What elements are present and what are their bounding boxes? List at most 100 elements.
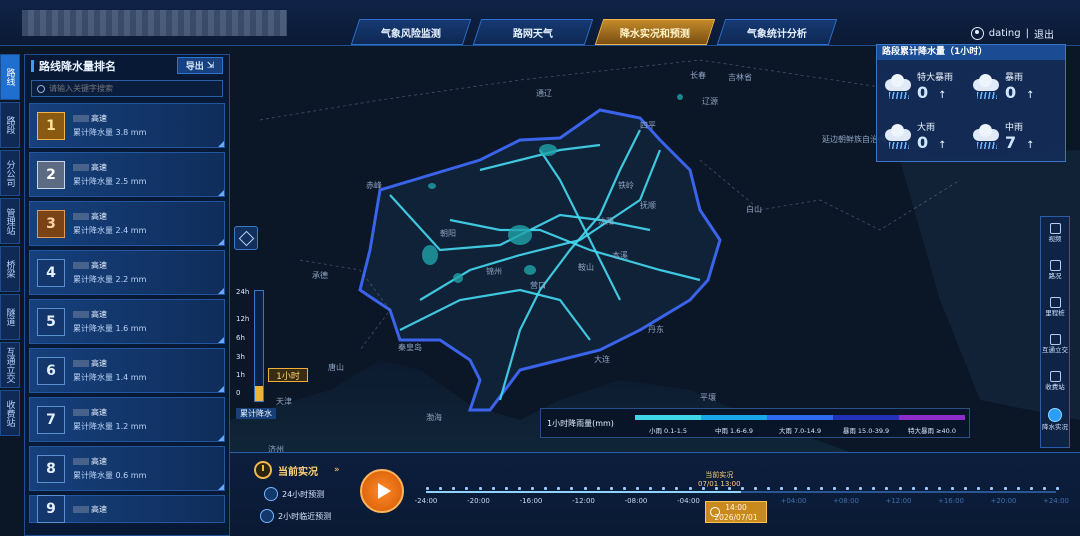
map-label: 沈阳	[598, 216, 614, 226]
mode-24h-forecast[interactable]: 24小时预测	[264, 487, 324, 501]
timeline-tick[interactable]: -24:00	[415, 497, 438, 505]
toolbar-video[interactable]: 视频	[1042, 223, 1068, 257]
rain-stat-heavy[interactable]: 大雨 0 ↑	[883, 114, 971, 158]
scale-tick[interactable]: 6h	[236, 334, 245, 342]
toolbar-interchange[interactable]: 互通立交	[1042, 334, 1068, 368]
tab-weather-stats[interactable]: 气象统计分析	[716, 19, 838, 45]
map-label: 赤峰	[366, 180, 382, 190]
gold-medal-icon: 1	[37, 111, 65, 140]
timeline-tick[interactable]: +20:00	[990, 497, 1016, 505]
toolbar-traffic[interactable]: 路况	[1042, 260, 1068, 294]
ranking-item[interactable]: 8 高速 累计降水量 0.6 mm	[29, 446, 225, 491]
ranking-item[interactable]: 7 高速 累计降水量 1.2 mm	[29, 397, 225, 442]
toolbar-milestone[interactable]: 里程桩	[1042, 297, 1068, 331]
legend-swatch	[899, 415, 965, 420]
mode-2h-forecast[interactable]: 2小时临近预测	[260, 509, 331, 523]
tab-road-weather[interactable]: 路网天气	[472, 19, 594, 45]
ranking-item[interactable]: 3 高速 累计降水量 2.4 mm	[29, 201, 225, 246]
search-input[interactable]	[49, 84, 209, 93]
search-icon	[37, 84, 45, 93]
user-area: dating | 退出	[970, 26, 1054, 41]
redacted-route-name	[73, 505, 89, 513]
rain-icon	[1048, 408, 1062, 422]
timeline-dot	[662, 487, 666, 490]
toolbar-rain[interactable]: 降水实况	[1042, 408, 1068, 442]
timeline-dot	[517, 487, 521, 490]
map-label: 长春	[690, 70, 706, 80]
side-tab-station[interactable]: 管理站	[0, 198, 20, 244]
timeline-tick[interactable]: -20:00	[467, 497, 490, 505]
timeline-tick[interactable]: -12:00	[572, 497, 595, 505]
tab-weather-risk[interactable]: 气象风险监测	[350, 19, 472, 45]
map-label: 平壤	[700, 392, 716, 402]
route-name: 高速	[91, 163, 107, 172]
rainstorm-cloud-icon	[971, 71, 1001, 101]
toolbar-toll[interactable]: 收费站	[1042, 371, 1068, 405]
timeline-tick[interactable]: -08:00	[625, 497, 648, 505]
export-button[interactable]: 导出 ⇲	[177, 57, 223, 74]
timeline-tick[interactable]: +12:00	[885, 497, 911, 505]
expand-arrow-icon[interactable]: »	[334, 465, 340, 475]
logout-link[interactable]: 退出	[1034, 26, 1054, 41]
ranking-item[interactable]: 9 高速	[29, 495, 225, 523]
timeline-dot	[570, 487, 574, 490]
timeline-dot	[819, 487, 823, 490]
map-label: 朝阳	[440, 229, 456, 238]
rain-stat-extreme[interactable]: 特大暴雨 0 ↑	[883, 64, 971, 108]
scale-slider[interactable]	[254, 290, 264, 402]
user-separator: |	[1025, 28, 1029, 39]
ranking-item[interactable]: 5 高速 累计降水量 1.6 mm	[29, 299, 225, 344]
tab-precipitation[interactable]: 降水实况和预测	[594, 19, 716, 45]
timeline-tick[interactable]: +08:00	[833, 497, 859, 505]
timeline-tick[interactable]: +16:00	[938, 497, 964, 505]
scale-tick[interactable]: 3h	[236, 353, 245, 361]
timeline-tick[interactable]: -04:00	[677, 497, 700, 505]
forecast-24h-icon	[264, 487, 278, 501]
traffic-light-icon	[1049, 260, 1061, 271]
timeline-dot	[622, 487, 626, 490]
route-name: 高速	[91, 408, 107, 417]
side-tab-toll[interactable]: 收费站	[0, 390, 20, 436]
timeline-dot	[609, 487, 613, 490]
timeline-tick[interactable]: -16:00	[520, 497, 543, 505]
ranking-item[interactable]: 4 高速 累计降水量 2.2 mm	[29, 250, 225, 295]
ranking-item[interactable]: 2 高速 累计降水量 2.5 mm	[29, 152, 225, 197]
timeline-tick[interactable]: +04:00	[780, 497, 806, 505]
route-rain-value: 累计降水量 1.2 mm	[73, 422, 147, 431]
ranking-item[interactable]: 6 高速 累计降水量 1.4 mm	[29, 348, 225, 393]
clock-icon	[254, 461, 272, 479]
redacted-route-name	[73, 360, 89, 367]
ranking-item[interactable]: 1 高速 累计降水量 3.8 mm	[29, 103, 225, 148]
map-label: 渤海	[426, 412, 442, 422]
timeline-tick[interactable]: +24:00	[1043, 497, 1069, 505]
legend-label: 小雨 0.1-1.5	[648, 427, 688, 435]
mode-current[interactable]: 当前实况	[254, 461, 318, 479]
side-tab-branch[interactable]: 分公司	[0, 150, 20, 196]
rain-stat-moderate[interactable]: 中雨 7 ↑	[971, 114, 1059, 158]
timeline-dot	[714, 487, 718, 490]
side-tab-tunnel[interactable]: 隧道	[0, 294, 20, 340]
side-tab-bridge[interactable]: 桥梁	[0, 246, 20, 292]
rank-number-badge: 8	[37, 454, 65, 483]
timeline-dot	[780, 487, 784, 490]
side-tab-section[interactable]: 路段	[0, 102, 20, 148]
map-label: 秦皇岛	[398, 342, 422, 352]
timeline-cursor[interactable]: 14:00 2026/07/01	[705, 501, 767, 523]
legend-swatch	[767, 415, 833, 420]
scale-tick[interactable]: 12h	[236, 315, 249, 323]
play-button[interactable]	[360, 469, 404, 513]
timeline-track[interactable]	[426, 491, 1056, 493]
scale-tick[interactable]: 24h	[236, 288, 249, 296]
scale-slider-fill	[255, 385, 263, 401]
top-bar: 气象风险监测 路网天气 降水实况和预测 气象统计分析 dating | 退出	[0, 0, 1080, 46]
rain-stat-rainstorm[interactable]: 暴雨 0 ↑	[971, 64, 1059, 108]
rank-number-badge: 7	[37, 405, 65, 434]
scale-tick[interactable]: 0	[236, 389, 240, 397]
side-tab-route[interactable]: 路线	[0, 54, 20, 100]
side-tab-interchange[interactable]: 互通立交	[0, 342, 20, 388]
scale-tick[interactable]: 1h	[236, 371, 245, 379]
map-layer-button[interactable]	[234, 226, 258, 250]
route-rain-value: 累计降水量 2.4 mm	[73, 226, 147, 235]
system-title-redacted	[22, 10, 287, 36]
timeline-dot	[596, 487, 600, 490]
